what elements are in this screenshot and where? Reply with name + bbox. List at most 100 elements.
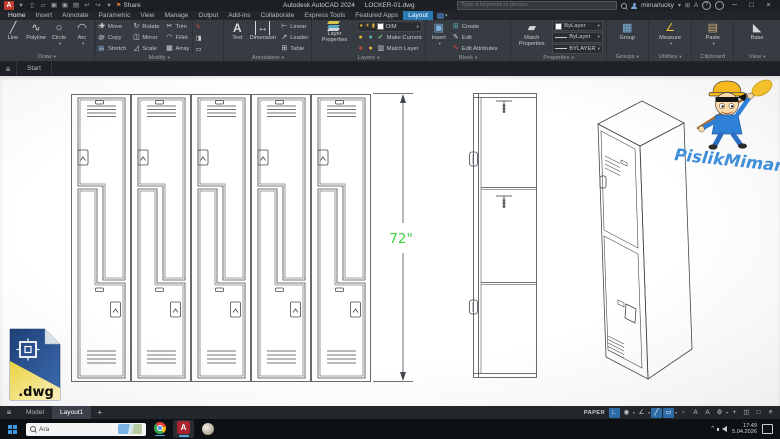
mirror-button[interactable]: ◫Mirror [132,32,159,43]
taskbar-clock[interactable]: 17:49 5.04.2026 [732,423,757,436]
taskbar-search[interactable]: Ara [26,423,146,436]
locker-side-view[interactable] [470,94,537,378]
redo-icon[interactable]: ↪ [94,0,102,11]
drawing-canvas[interactable]: 72"PislikMimar.dwg [0,76,780,406]
leader-button[interactable]: ↗Leader [280,32,308,43]
scale-button[interactable]: ◿Scale [132,43,159,54]
object-color-dropdown[interactable]: ByLayer ▾ [552,21,603,31]
snap-mode-icon[interactable]: ◉ [621,408,632,418]
file-tabs-menu-icon[interactable]: ≡ [0,65,16,74]
new-layout-button[interactable]: + [91,408,108,417]
array-button[interactable]: ▦Array [165,43,189,54]
search-icon[interactable] [621,3,627,9]
new-file-icon[interactable]: ▯ [28,0,36,11]
paste-button[interactable]: ▤ Paste ▾ [703,21,723,53]
fillet-button[interactable]: ◠Fillet [165,32,189,43]
layer-dropdown[interactable]: ● ☀ ▮ DIM ▾ [357,21,422,32]
tab-featured-apps[interactable]: Featured Apps [350,11,403,20]
autoscale-icon[interactable]: A [690,408,701,418]
qat-caret-icon[interactable]: ▾ [105,0,113,11]
layout1-tab[interactable]: Layout1 [52,406,91,419]
tab-express-tools[interactable]: Express Tools [299,11,350,20]
locker-front-view[interactable] [72,95,371,382]
copy-button[interactable]: ▱Copy [98,32,126,43]
linetype-dropdown[interactable]: ByLayer ▾ [552,32,603,42]
view-panel-label[interactable]: View▾ [734,53,780,61]
base-button[interactable]: ◣ Base [747,21,767,53]
open-icon[interactable]: ▱ [39,0,47,11]
paper-space-label[interactable]: PAPER [584,410,605,416]
table-button[interactable]: ⊞Table [280,43,304,54]
snap-caret-icon[interactable]: ▾ [633,410,635,415]
osnap-caret-icon[interactable]: ▾ [675,410,677,415]
save-as-icon[interactable]: ▣ [61,0,69,11]
tab-home[interactable]: Home [3,11,31,20]
tab-layout[interactable]: Layout [403,11,433,20]
circle-button[interactable]: ○ Circle ▾ [49,21,69,53]
groups-panel-label[interactable]: Groups▾ [607,53,648,61]
locker-unit[interactable] [192,95,251,382]
rotate-button[interactable]: ↻Rotate [132,21,159,32]
overkill-icon[interactable]: ▭ [195,45,201,53]
polar-caret-icon[interactable]: ▾ [648,410,650,415]
app-taskbar-icon[interactable] [199,423,216,435]
insert-button[interactable]: ▣ Insert ▾ [429,21,449,54]
edit-attributes-button[interactable]: ✎Edit Attributes [452,43,498,54]
plot-icon[interactable]: ▤ [72,0,80,11]
status-menu-icon[interactable]: ≡ [765,408,776,418]
locker-unit[interactable] [252,95,311,382]
block-panel-label[interactable]: Block▾ [426,54,511,62]
model-tab[interactable]: Model [18,406,52,419]
chrome-taskbar-icon[interactable] [151,422,168,437]
tab-manage[interactable]: Manage [160,11,194,20]
ribbon-display-toggle[interactable]: ▾ [433,11,452,20]
layer-properties-button[interactable]: Layer Properties [315,21,353,54]
username[interactable]: mimarlucky [641,2,674,9]
tab-output[interactable]: Output [193,11,223,20]
undo-icon[interactable]: ↩ [83,0,91,11]
explode-icon[interactable]: ◨ [195,34,201,42]
customization-plus-icon[interactable]: + [729,408,740,418]
annotation-panel-label[interactable]: Annotation▾ [224,54,311,62]
start-button[interactable] [8,425,17,434]
height-dimension[interactable]: 72" [373,94,413,382]
group-button[interactable]: ▦ Group [617,21,637,53]
tab-collaborate[interactable]: Collaborate [256,11,300,20]
measure-button[interactable]: ∠ Measure ▾ [659,21,681,53]
trim-button[interactable]: ✂Trim [165,21,189,32]
tab-annotate[interactable]: Annotate [57,11,93,20]
ucs-icon[interactable]: ∟ [609,408,620,418]
match-properties-button[interactable]: ▰ Match Properties [514,21,549,54]
minimize-button[interactable]: ─ [728,0,741,11]
autocad-taskbar-icon[interactable]: A [173,420,194,438]
tab-addins[interactable]: Add-ins [223,11,255,20]
help-search-input[interactable] [457,1,617,10]
properties-panel-label[interactable]: Properties▾ [511,54,606,62]
tab-view[interactable]: View [135,11,159,20]
file-tab-start[interactable]: Start [16,62,52,76]
notification-bell-icon[interactable] [715,1,724,10]
make-current-button[interactable]: ● ● ✔ Make Current [357,33,422,43]
notification-center-icon[interactable] [762,424,773,434]
create-block-button[interactable]: ⊞Create [452,21,498,32]
locker-isometric-view[interactable] [598,101,692,379]
tray-expand-icon[interactable]: ^ [711,426,714,432]
autodesk-account-icon[interactable]: A [694,3,698,9]
save-icon[interactable]: ▣ [50,0,58,11]
locker-unit[interactable] [312,95,371,382]
locker-unit[interactable] [72,95,131,382]
lineweight-dropdown[interactable]: BYLAYER ▾ [552,44,603,54]
tab-parametric[interactable]: Parametric [94,11,136,20]
share-button[interactable]: ⚑ Share [116,2,141,9]
polar-tracking-icon[interactable]: ∠ [636,408,647,418]
object-snap-icon[interactable]: ▭ [663,408,674,418]
workspace-caret-icon[interactable]: ▾ [726,410,728,415]
utilities-panel-label[interactable]: Utilities▾ [649,53,692,61]
linear-button[interactable]: ⊢Linear [280,21,306,32]
tray-units-icon[interactable]: ◫ [741,408,752,418]
dimension-button[interactable]: ↔ Dimension [250,21,275,54]
match-layer-button[interactable]: ● ● ▥ Match Layer [357,44,422,54]
maximize-button[interactable]: □ [745,0,758,11]
move-button[interactable]: ✚Move [98,21,126,32]
annotation-scale-icon[interactable]: A [702,408,713,418]
